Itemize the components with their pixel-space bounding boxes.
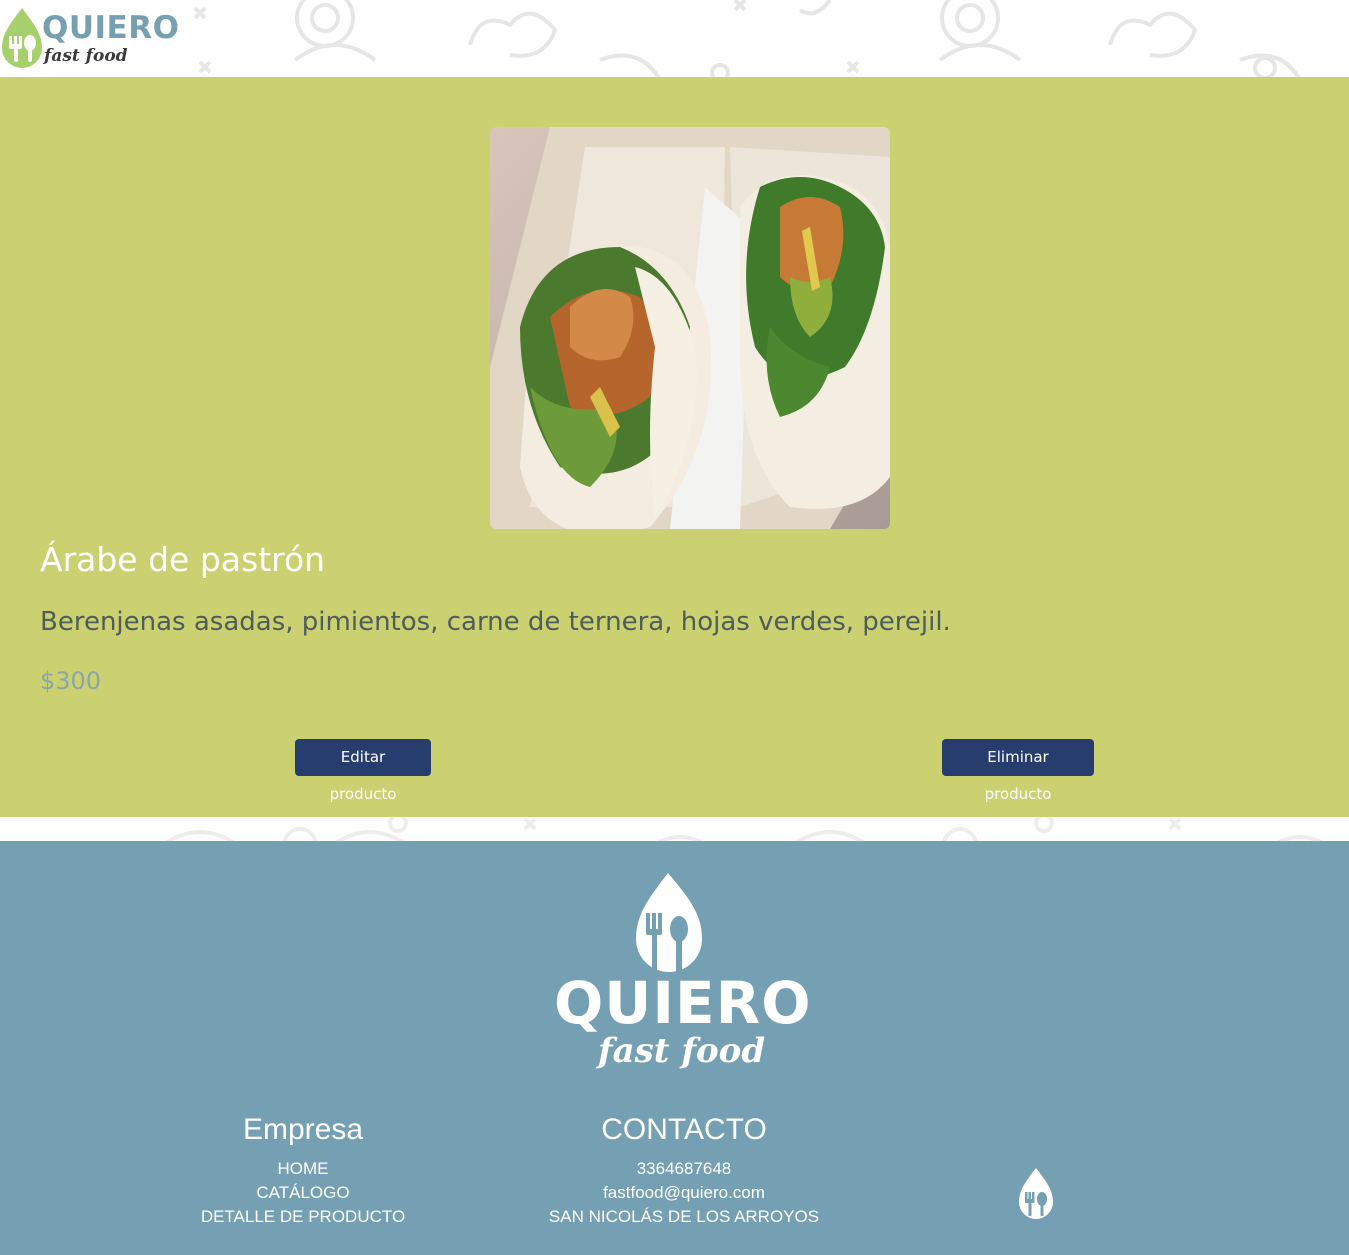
edit-product-button[interactable]: Editar producto	[295, 739, 431, 803]
logo-drop-icon	[2, 8, 42, 68]
footer-logo-tagline: fast food	[598, 1031, 766, 1071]
product-price: $300	[40, 667, 102, 695]
empresa-heading: Empresa	[242, 1113, 364, 1146]
contact-email[interactable]: fastfood@quiero.com	[534, 1181, 834, 1205]
doodle-pattern	[193, 0, 1301, 77]
contacto-heading: CONTACTO	[601, 1113, 767, 1146]
footer-logo: QUIERO fast food	[548, 871, 811, 1081]
footer-link-catalogo[interactable]: CATÁLOGO	[184, 1181, 422, 1205]
logo-drop-icon	[636, 873, 702, 973]
product-image	[490, 127, 890, 529]
footer-contacto: CONTACTO 3364687648 fastfood@quiero.com …	[534, 1113, 834, 1229]
footer: QUIERO fast food Empresa HOME CATÁLOGO D…	[0, 841, 1349, 1255]
product-title: Árabe de pastrón	[40, 540, 326, 579]
product-detail: Árabe de pastrón Berenjenas asadas, pimi…	[0, 77, 1349, 817]
header: QUIERO fast food	[0, 0, 1349, 77]
product-description: Berenjenas asadas, pimientos, carne de t…	[40, 607, 951, 637]
logo-drop-icon	[1019, 1168, 1053, 1219]
logo-wordmark: QUIERO	[42, 10, 180, 46]
footer-logo-wordmark: QUIERO	[554, 969, 812, 1037]
footer-empresa: Empresa HOME CATÁLOGO DETALLE DE PRODUCT…	[184, 1113, 422, 1229]
footer-link-home[interactable]: HOME	[184, 1157, 422, 1181]
contact-phone: 3364687648	[636, 1159, 732, 1178]
footer-link-detalle-producto[interactable]: DETALLE DE PRODUCTO	[184, 1205, 422, 1229]
contact-address: SAN NICOLÁS DE LOS ARROYOS	[548, 1207, 820, 1226]
site-logo[interactable]: QUIERO fast food	[0, 4, 179, 72]
doodle-pattern-strip	[165, 817, 1324, 841]
delete-product-button[interactable]: Eliminar producto	[942, 739, 1094, 803]
logo-tagline: fast food	[44, 46, 128, 66]
